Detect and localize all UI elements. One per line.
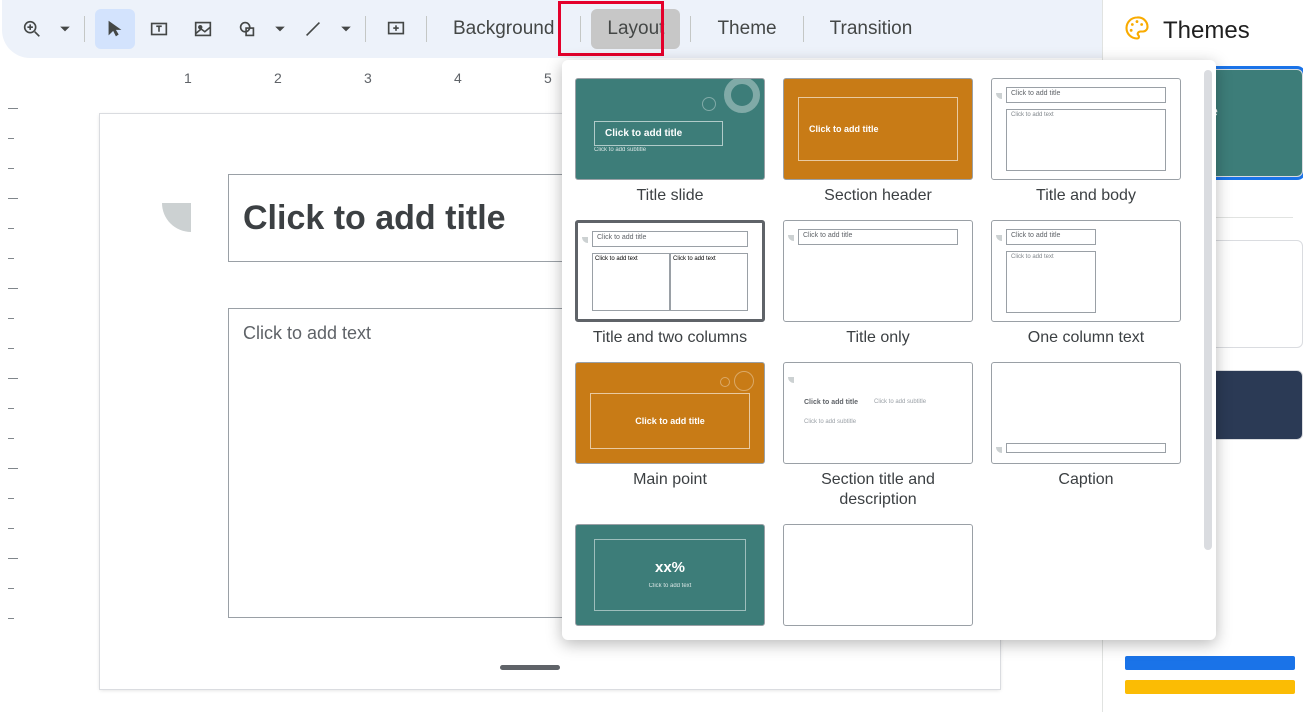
transition-button[interactable]: Transition	[814, 9, 929, 49]
thumb-title: Click to add title	[798, 229, 958, 245]
shape-dropdown[interactable]	[271, 23, 289, 35]
thumb-body: Click to add text	[1006, 251, 1096, 313]
shape-tool[interactable]	[227, 9, 267, 49]
thumb-big-number: xx%	[576, 559, 764, 576]
layout-option-section-header[interactable]: Click to add title	[783, 78, 973, 180]
ruler-number: 2	[274, 70, 282, 86]
layout-label: Caption	[1058, 470, 1113, 490]
layout-option-title-two-columns[interactable]: Click to add title Click to add text Cli…	[575, 220, 765, 322]
ruler-number: 3	[364, 70, 372, 86]
layout-option-big-number[interactable]: xx% Click to add text	[575, 524, 765, 626]
comment-button[interactable]	[376, 9, 416, 49]
thumb-title: Click to add title	[1006, 229, 1096, 245]
textbox-tool[interactable]	[139, 9, 179, 49]
separator	[580, 16, 581, 42]
layout-label: Title only	[846, 328, 909, 348]
layout-label: Title and body	[1036, 186, 1136, 206]
layout-label: Section title and description	[782, 470, 974, 510]
layout-button[interactable]: Layout	[591, 9, 680, 49]
zoom-button[interactable]	[12, 9, 52, 49]
thumb-title: Click to add title	[798, 97, 958, 161]
image-tool[interactable]	[183, 9, 223, 49]
layout-option-caption[interactable]	[991, 362, 1181, 464]
decoration-quarter-circle	[162, 174, 220, 232]
themes-title: Themes	[1163, 17, 1250, 45]
layout-option-title-only[interactable]: Click to add title	[783, 220, 973, 322]
layout-option-blank[interactable]	[783, 524, 973, 626]
layout-option-section-title-desc[interactable]: Click to add title Click to add subtitle…	[783, 362, 973, 464]
layout-label: Title and two columns	[593, 328, 747, 348]
ruler-number: 1	[184, 70, 192, 86]
vertical-ruler	[4, 98, 22, 658]
layout-label: One column text	[1028, 328, 1145, 348]
layout-option-title-and-body[interactable]: Click to add title Click to add text	[991, 78, 1181, 180]
thumb-title: Click to add title	[590, 393, 750, 449]
separator	[365, 16, 366, 42]
layout-popup: Click to add title Click to add subtitle…	[562, 60, 1216, 640]
layout-option-title-slide[interactable]: Click to add title Click to add subtitle	[575, 78, 765, 180]
thumb-title: Click to add title	[804, 399, 858, 406]
select-tool[interactable]	[95, 9, 135, 49]
thumb-title: Click to add title	[1006, 87, 1166, 103]
separator	[426, 16, 427, 42]
thumb-body: Click to add text	[670, 253, 748, 311]
background-button[interactable]: Background	[437, 9, 570, 49]
separator	[84, 16, 85, 42]
separator	[803, 16, 804, 42]
layout-option-main-point[interactable]: Click to add title	[575, 362, 765, 464]
theme-button[interactable]: Theme	[701, 9, 792, 49]
line-tool[interactable]	[293, 9, 333, 49]
import-theme-button[interactable]	[1125, 656, 1295, 670]
ruler-number: 5	[544, 70, 552, 86]
thumb-subtitle: Click to add subtitle	[804, 419, 856, 425]
layout-option-one-column-text[interactable]: Click to add title Click to add text	[991, 220, 1181, 322]
thumb-subtitle: Click to add subtitle	[874, 399, 926, 405]
layout-label: Main point	[633, 470, 707, 490]
separator	[690, 16, 691, 42]
theme-accent-bar	[1125, 680, 1295, 694]
thumb-title: Click to add title	[592, 231, 748, 247]
popup-scrollbar[interactable]	[1204, 70, 1212, 550]
thumb-title: Click to add title	[594, 121, 723, 146]
ruler-number: 4	[454, 70, 462, 86]
line-dropdown[interactable]	[337, 23, 355, 35]
palette-icon	[1123, 14, 1151, 47]
thumb-body: Click to add text	[1006, 109, 1166, 171]
layout-label: Section header	[824, 186, 932, 206]
layout-label: Title slide	[637, 186, 704, 206]
horizontal-resize-handle[interactable]	[500, 665, 560, 670]
thumb-subtitle: Click to add text	[576, 583, 764, 589]
thumb-subtitle: Click to add subtitle	[594, 147, 646, 153]
thumb-body: Click to add text	[592, 253, 670, 311]
thumb-caption	[1006, 443, 1166, 453]
zoom-dropdown[interactable]	[56, 23, 74, 35]
